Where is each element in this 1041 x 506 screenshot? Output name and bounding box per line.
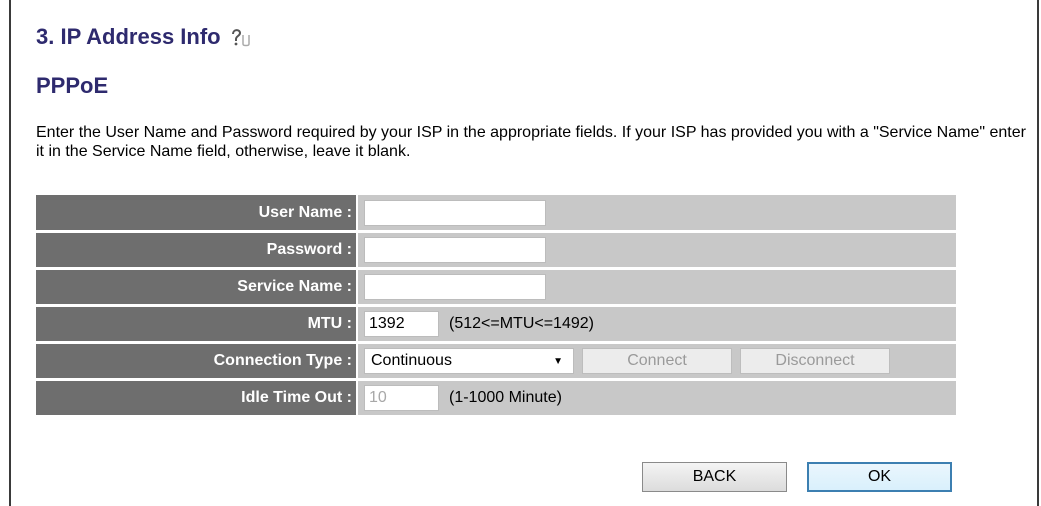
ok-button[interactable]: OK bbox=[807, 462, 952, 492]
form-row-idle-timeout: Idle Time Out : (1-1000 Minute) bbox=[36, 381, 956, 418]
mtu-input[interactable] bbox=[364, 311, 439, 337]
mtu-label: MTU : bbox=[36, 307, 356, 341]
idle-timeout-input[interactable] bbox=[364, 385, 439, 411]
form-row-user-name: User Name : bbox=[36, 195, 956, 233]
disconnect-button[interactable]: Disconnect bbox=[740, 348, 890, 374]
help-icon[interactable] bbox=[227, 26, 253, 48]
idle-timeout-label: Idle Time Out : bbox=[36, 381, 356, 415]
connect-button[interactable]: Connect bbox=[582, 348, 732, 374]
section-subtitle: PPPoE bbox=[36, 73, 109, 98]
password-cell bbox=[358, 233, 956, 267]
section-description: Enter the User Name and Password require… bbox=[36, 124, 1026, 160]
connection-type-select[interactable]: Continuous ▼ bbox=[364, 348, 574, 374]
connection-type-value: Continuous bbox=[371, 352, 452, 369]
service-name-input[interactable] bbox=[364, 274, 546, 300]
chevron-down-icon: ▼ bbox=[553, 355, 563, 367]
form-row-password: Password : bbox=[36, 233, 956, 270]
password-label: Password : bbox=[36, 233, 356, 267]
back-button[interactable]: BACK bbox=[642, 462, 787, 492]
form-row-connection-type: Connection Type : Continuous ▼ Connect D… bbox=[36, 344, 956, 381]
pppoe-form: User Name : Password : Service Name : MT… bbox=[36, 195, 956, 418]
user-name-cell bbox=[358, 195, 956, 230]
connection-type-label: Connection Type : bbox=[36, 344, 356, 378]
form-row-mtu: MTU : (512<=MTU<=1492) bbox=[36, 307, 956, 344]
service-name-label: Service Name : bbox=[36, 270, 356, 304]
service-name-cell bbox=[358, 270, 956, 304]
mtu-cell: (512<=MTU<=1492) bbox=[358, 307, 956, 341]
idle-timeout-hint: (1-1000 Minute) bbox=[449, 389, 562, 406]
mtu-hint: (512<=MTU<=1492) bbox=[449, 315, 594, 332]
section-title: 3. IP Address Info bbox=[36, 24, 253, 50]
connection-type-cell: Continuous ▼ Connect Disconnect bbox=[358, 344, 956, 378]
action-buttons: BACK OK bbox=[642, 462, 952, 492]
user-name-input[interactable] bbox=[364, 199, 546, 226]
password-input[interactable] bbox=[364, 237, 546, 263]
form-row-service-name: Service Name : bbox=[36, 270, 956, 307]
user-name-label: User Name : bbox=[36, 195, 356, 230]
idle-timeout-cell: (1-1000 Minute) bbox=[358, 381, 956, 415]
section-title-text: 3. IP Address Info bbox=[36, 24, 221, 49]
